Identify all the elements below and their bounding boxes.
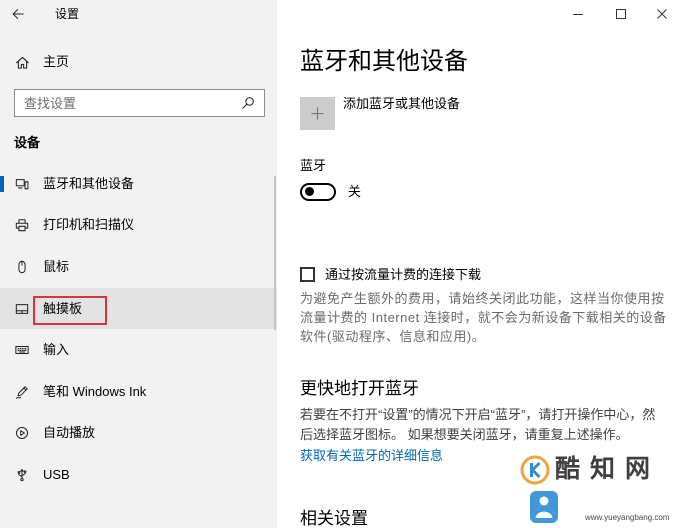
printer-icon <box>15 218 29 232</box>
watermark-url: www.yueyangbang.com <box>585 513 670 522</box>
sidebar-item-label: 自动播放 <box>43 425 96 441</box>
add-device-label[interactable]: 添加蓝牙或其他设备 <box>343 96 680 112</box>
metered-description: 为避免产生额外的费用，请始终关闭此功能，这样当你使用按 流量计费的 Intern… <box>300 289 680 346</box>
mouse-icon <box>15 260 29 274</box>
description-line: 软件(驱动程序、信息和应用)。 <box>300 329 486 344</box>
sidebar-nav: 蓝牙和其他设备 打印机和扫描仪 鼠标 触摸板 输入 笔和 Windows Ink… <box>0 163 277 496</box>
metered-download-checkbox[interactable] <box>300 267 315 282</box>
description-line: 流量计费的 Internet 连接时，就不会为新设备下载相关的设备 <box>300 310 667 325</box>
sidebar-item-label: 鼠标 <box>43 258 70 274</box>
sidebar-item-bluetooth-devices[interactable]: 蓝牙和其他设备 <box>0 163 277 205</box>
maximize-button[interactable] <box>601 0 641 28</box>
watermark-brand: 酷知网 <box>555 455 661 483</box>
watermark-logo-icon <box>519 454 551 486</box>
section-title: 设备 <box>14 135 41 150</box>
quick-open-line: 若要在不打开“设置”的情况下开启“蓝牙”，请打开操作中心，然 <box>300 407 656 422</box>
home-label: 主页 <box>43 54 70 69</box>
sidebar: 设置 主页 设备 蓝牙和其他设备 打印机和扫描仪 <box>0 0 277 528</box>
metered-download-label[interactable]: 通过按流量计费的连接下载 <box>325 267 680 283</box>
sidebar-item-printers[interactable]: 打印机和扫描仪 <box>0 205 277 247</box>
close-button[interactable] <box>642 0 682 28</box>
sidebar-item-label: 蓝牙和其他设备 <box>43 175 135 191</box>
bluetooth-state-label: 关 <box>348 184 362 199</box>
home-icon <box>15 55 30 70</box>
page-title: 蓝牙和其他设备 <box>300 48 468 75</box>
add-device-button[interactable] <box>300 97 335 130</box>
main-pane: 蓝牙和其他设备 添加蓝牙或其他设备 蓝牙 关 通过按流量计费的连接下载 为避免产… <box>277 0 682 528</box>
maximize-icon <box>616 9 626 19</box>
usb-icon <box>15 468 29 482</box>
watermark-mascot-icon <box>529 490 559 524</box>
description-line: 为避免产生额外的费用，请始终关闭此功能，这样当你使用按 <box>300 291 665 306</box>
minimize-button[interactable] <box>558 0 598 28</box>
sidebar-item-label: 笔和 Windows Ink <box>43 383 147 399</box>
minimize-icon <box>573 14 583 15</box>
toggle-knob <box>304 187 314 196</box>
keyboard-icon <box>15 343 29 357</box>
sidebar-item-label: USB <box>43 466 70 482</box>
quick-open-heading: 更快地打开蓝牙 <box>300 379 419 398</box>
autoplay-icon <box>15 426 29 440</box>
search-icon[interactable] <box>241 96 255 110</box>
pen-icon <box>15 385 29 399</box>
quick-open-line: 后选择蓝牙图标。 如果想要关闭蓝牙，请重复上述操作。 <box>300 427 629 442</box>
close-icon <box>657 9 667 19</box>
sidebar-item-label: 触摸板 <box>43 300 83 316</box>
sidebar-item-autoplay[interactable]: 自动播放 <box>0 413 277 455</box>
sidebar-item-label: 打印机和扫描仪 <box>43 217 135 233</box>
quick-open-text: 若要在不打开“设置”的情况下开启“蓝牙”，请打开操作中心，然 后选择蓝牙图标。 … <box>300 405 680 445</box>
sidebar-item-usb[interactable]: USB <box>0 454 277 496</box>
back-arrow-icon <box>11 7 25 21</box>
search-box[interactable] <box>14 89 265 117</box>
home-link[interactable]: 主页 <box>0 50 277 76</box>
sidebar-item-pen-windows-ink[interactable]: 笔和 Windows Ink <box>0 371 277 413</box>
bluetooth-toggle[interactable] <box>300 183 336 201</box>
sidebar-item-mouse[interactable]: 鼠标 <box>0 246 277 288</box>
touchpad-icon <box>15 302 29 316</box>
app-title: 设置 <box>55 7 80 21</box>
sidebar-item-touchpad[interactable]: 触摸板 <box>0 287 277 330</box>
sidebar-item-label: 输入 <box>43 342 70 358</box>
watermark: 酷知网 www.yueyangbang.com <box>515 450 682 528</box>
back-button[interactable] <box>4 0 34 28</box>
sidebar-item-typing[interactable]: 输入 <box>0 329 277 371</box>
plus-icon <box>310 106 325 121</box>
sidebar-scrollbar[interactable] <box>274 176 276 330</box>
devices-icon <box>15 177 29 191</box>
search-input[interactable] <box>15 90 235 116</box>
bluetooth-label: 蓝牙 <box>300 158 327 173</box>
